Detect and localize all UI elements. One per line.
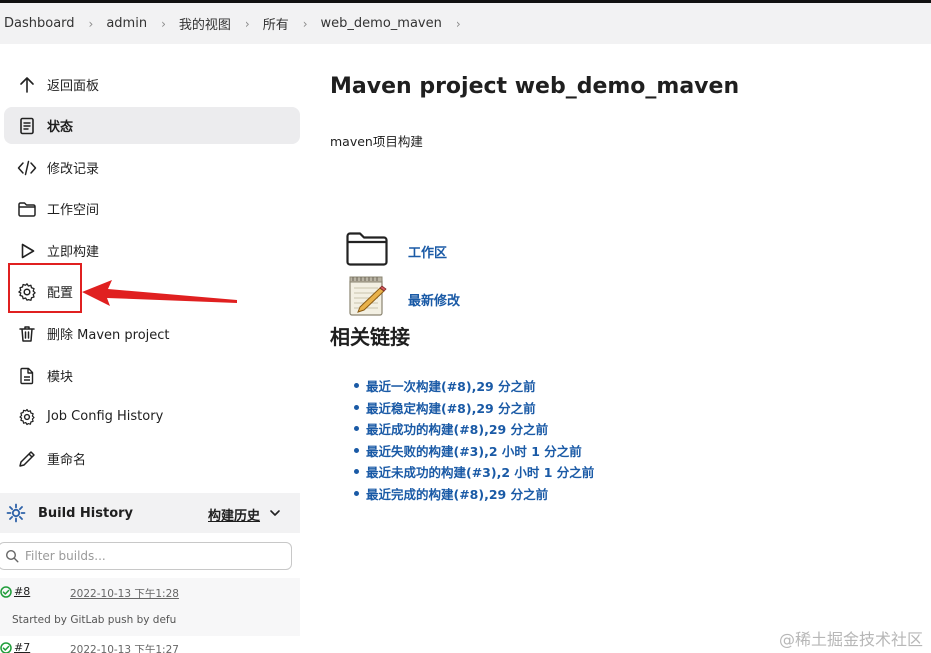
sidebar-item-label: 返回面板 [47,79,100,94]
sidebar-item-label: 模块 [47,370,74,385]
related-link-last-build[interactable]: 最近一次构建(#8),29 分之前 [354,375,594,397]
build-history-icon [6,503,26,523]
related-link-last-stable[interactable]: 最近稳定构建(#8),29 分之前 [354,397,594,419]
sidebar-item-changes[interactable]: 修改记录 [4,149,300,186]
recent-changes-link[interactable]: 最新修改 [408,290,460,309]
breadcrumb-dashboard[interactable]: Dashboard › [4,16,106,31]
annotation-highlight-box [8,263,82,313]
build-trend-link[interactable]: 构建历史 [208,505,260,524]
sidebar-item-label: 立即构建 [47,245,100,260]
file-icon [16,365,38,387]
success-check-icon [0,586,12,598]
annotation-arrow [82,280,237,306]
watermark: @稀土掘金技术社区 [778,630,923,649]
breadcrumb-label[interactable]: 我的视图 [179,14,231,33]
build-row: #7 2022-10-13 下午1:27 [0,638,300,653]
notepad-icon[interactable] [346,274,390,318]
build-row: #8 2022-10-13 下午1:28 Started by GitLab p… [0,578,300,636]
sidebar-item-rename[interactable]: 重命名 [4,440,300,477]
related-link-last-successful[interactable]: 最近成功的构建(#8),29 分之前 [354,418,594,440]
sidebar-item-label: Job Config History [47,409,164,424]
build-number-link[interactable]: #7 [14,641,30,653]
related-link-last-completed[interactable]: 最近完成的构建(#8),29 分之前 [354,483,594,505]
breadcrumb-label[interactable]: web_demo_maven [321,16,442,31]
trash-icon [16,323,38,345]
sidebar-item-status[interactable]: 状态 [4,107,300,144]
breadcrumb-label[interactable]: Dashboard [4,16,75,31]
breadcrumb-label[interactable]: 所有 [263,14,289,33]
play-icon [16,240,38,262]
build-number-link[interactable]: #8 [14,585,30,598]
filter-builds-input[interactable] [25,549,275,563]
sidebar-item-label: 修改记录 [47,162,100,177]
breadcrumb-all[interactable]: 所有 › [263,14,321,34]
build-date-link[interactable]: 2022-10-13 下午1:28 [70,586,179,601]
sidebar-item-job-config-history[interactable]: Job Config History [4,398,300,435]
success-check-icon [0,642,12,653]
chevron-right-icon[interactable]: › [303,17,308,31]
code-icon [16,157,38,179]
related-links-list: 最近一次构建(#8),29 分之前 最近稳定构建(#8),29 分之前 最近成功… [354,375,594,504]
breadcrumb-label[interactable]: admin [106,16,147,31]
breadcrumb-my-view[interactable]: 我的视图 › [179,14,263,34]
pencil-icon [16,448,38,470]
sidebar-item-back-to-dashboard[interactable]: 返回面板 [4,66,300,103]
sidebar-item-workspace[interactable]: 工作空间 [4,190,300,227]
search-icon [5,549,19,563]
sidebar-item-label: 删除 Maven project [47,328,170,343]
arrow-up-icon [16,74,38,96]
breadcrumb-project[interactable]: web_demo_maven › [321,16,474,31]
workspace-link[interactable]: 工作区 [408,242,447,261]
sidebar-item-modules[interactable]: 模块 [4,357,300,394]
folder-icon[interactable] [345,231,389,267]
sidebar-item-delete-project[interactable]: 删除 Maven project [4,315,300,352]
build-cause: Started by GitLab push by defu [12,614,177,626]
filter-builds-box[interactable] [0,542,292,570]
breadcrumb-admin[interactable]: admin › [106,16,179,31]
related-links-title: 相关链接 [330,325,410,349]
sidebar-item-label: 状态 [47,120,74,135]
chevron-right-icon[interactable]: › [89,17,94,31]
build-history-title: Build History [38,505,134,521]
chevron-right-icon[interactable]: › [456,17,461,31]
document-icon [16,115,38,137]
build-date-link[interactable]: 2022-10-13 下午1:27 [70,642,179,653]
chevron-right-icon[interactable]: › [161,17,166,31]
folder-icon [16,198,38,220]
build-history-header: Build History 构建历史 [0,493,300,533]
related-link-last-unsuccessful[interactable]: 最近未成功的构建(#3),2 小时 1 分之前 [354,461,594,483]
project-description: maven项目构建 [330,134,423,149]
chevron-down-icon[interactable] [268,506,282,520]
page-title: Maven project web_demo_maven [330,74,740,99]
breadcrumb: Dashboard › admin › 我的视图 › 所有 › web_demo… [0,3,931,44]
chevron-right-icon[interactable]: › [245,17,250,31]
sidebar-item-label: 工作空间 [47,203,100,218]
history-icon [16,406,38,428]
sidebar-item-label: 重命名 [47,453,87,468]
related-link-last-failed[interactable]: 最近失败的构建(#3),2 小时 1 分之前 [354,440,594,462]
